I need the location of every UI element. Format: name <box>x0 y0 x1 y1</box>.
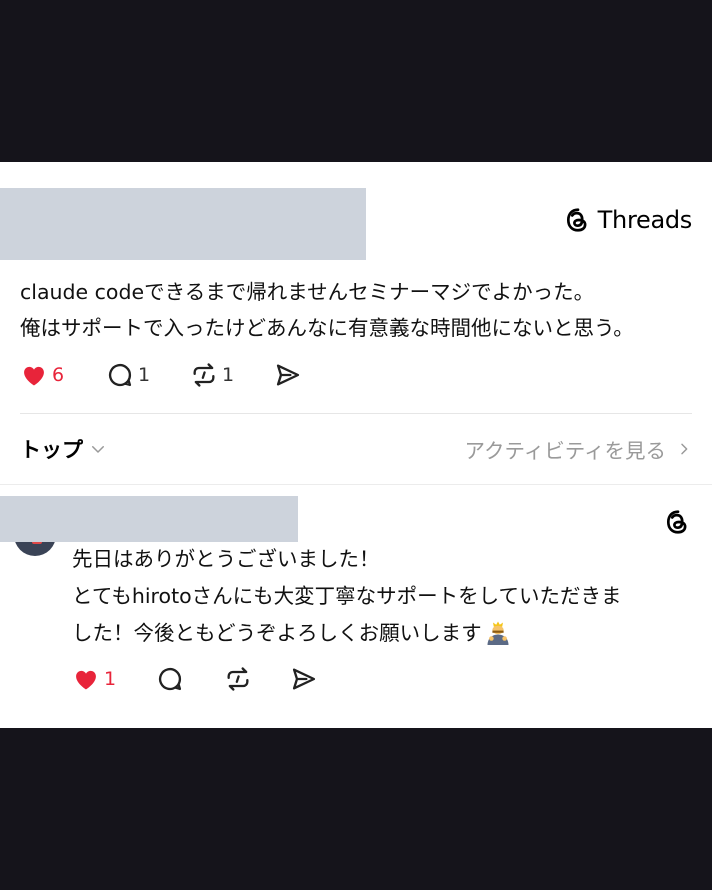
repost-icon <box>227 667 249 691</box>
post-line-2: 俺はサポートで入ったけどあんなに有意義な時間他にないと思う。 <box>20 316 634 340</box>
reply-body: 先日はありがとうございました！ とてもhirotoさんにも大変丁寧なサポートをし… <box>72 541 702 652</box>
redacted-reply-author <box>0 496 298 542</box>
repost-button[interactable]: 1 <box>190 361 274 389</box>
sort-dropdown[interactable]: トップ <box>20 434 107 464</box>
threads-screenshot-card: Threads claude codeできるまで帰れませんセミナーマジでよかった… <box>0 162 712 728</box>
divider <box>0 484 712 485</box>
repost-icon <box>193 363 215 387</box>
reply-like-button[interactable]: 1 <box>72 665 156 693</box>
reply-line-1: 先日はありがとうございました！ <box>72 547 380 571</box>
reply-button[interactable]: 1 <box>106 361 190 389</box>
divider <box>20 413 692 414</box>
view-activity-link[interactable]: アクティビティを見る <box>464 434 692 464</box>
reply-repost-button[interactable] <box>224 665 290 693</box>
replies-sort-bar: トップ アクティビティを見る <box>20 432 692 466</box>
threads-logo-icon <box>566 208 587 232</box>
view-activity-label: アクティビティを見る <box>464 439 666 463</box>
share-button[interactable] <box>274 361 302 389</box>
like-count: 6 <box>52 364 65 386</box>
comment-icon <box>158 668 182 691</box>
redacted-author-header <box>0 188 366 260</box>
bowing-person-emoji <box>487 621 509 645</box>
chevron-right-icon <box>681 443 688 455</box>
comment-icon <box>108 364 132 387</box>
reply-comment-button[interactable] <box>156 665 224 693</box>
heart-icon <box>24 366 44 386</box>
threads-brand[interactable]: Threads <box>564 206 692 234</box>
share-icon <box>292 668 316 690</box>
heart-icon <box>76 670 96 690</box>
repost-count: 1 <box>222 364 235 386</box>
reply-share-button[interactable] <box>290 665 318 693</box>
share-icon <box>276 364 300 386</box>
reply-count: 1 <box>138 364 151 386</box>
like-button[interactable]: 6 <box>20 361 106 389</box>
post-actions: 6 1 1 <box>20 361 302 389</box>
post-body: claude codeできるまで帰れませんセミナーマジでよかった。 俺はサポート… <box>20 274 700 346</box>
reply-like-count: 1 <box>104 668 117 690</box>
chevron-down-icon <box>92 446 104 453</box>
reply-line-3: した！今後ともどうぞよろしくお願いします <box>72 615 702 652</box>
sort-dropdown-label: トップ <box>20 438 83 462</box>
reply-line-2: とてもhirotoさんにも大変丁寧なサポートをしていただきま <box>72 584 622 608</box>
reply-actions: 1 <box>72 665 318 693</box>
reply-line-3-text: した！今後ともどうぞよろしくお願いします <box>72 621 482 645</box>
threads-brand-text: Threads <box>597 206 693 234</box>
post-line-1: claude codeできるまで帰れませんセミナーマジでよかった。 <box>20 280 595 304</box>
threads-logo-icon[interactable] <box>664 508 692 536</box>
